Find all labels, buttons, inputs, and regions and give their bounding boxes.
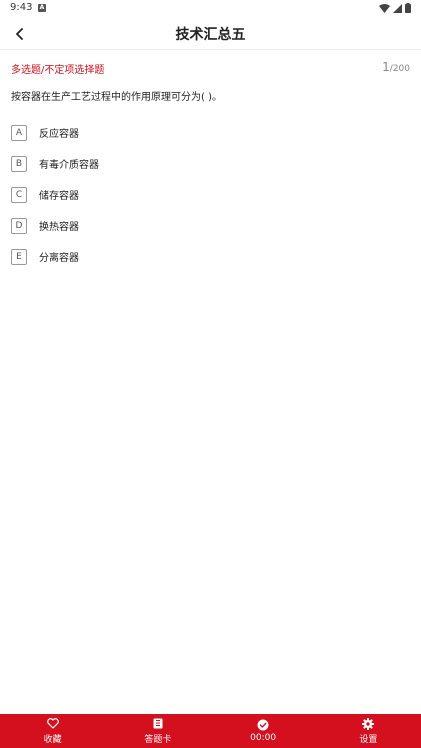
option-b[interactable]: B 有毒介质容器	[11, 148, 411, 179]
tab-label: 设置	[359, 734, 378, 745]
status-indicators	[379, 3, 411, 13]
option-text: 分离容器	[39, 253, 79, 264]
tab-label: 收藏	[43, 734, 62, 745]
tab-answer-sheet[interactable]: 答题卡	[105, 714, 210, 748]
option-text: 有毒介质容器	[39, 160, 99, 171]
option-a[interactable]: A 反应容器	[11, 117, 411, 148]
tab-timer[interactable]: 00:00	[211, 714, 316, 748]
option-letter-box: E	[11, 248, 27, 265]
app-header: 技术汇总五	[0, 18, 421, 50]
question-progress: 1/200	[382, 60, 410, 74]
option-letter-box: C	[11, 186, 27, 203]
option-list: A 反应容器 B 有毒介质容器 C 储存容器 D 换热容器 E 分离容器	[11, 117, 411, 272]
tab-favorite[interactable]: 收藏	[0, 714, 105, 748]
option-text: 反应容器	[39, 129, 79, 140]
option-letter-box: B	[11, 155, 27, 172]
page-title: 技术汇总五	[175, 27, 246, 43]
option-text: 换热容器	[39, 222, 79, 233]
heart-icon	[46, 718, 59, 730]
wifi-icon	[379, 3, 390, 13]
question-type-label: 多选题/不定项选择题	[11, 65, 105, 76]
answer-sheet-icon	[152, 718, 164, 730]
option-d[interactable]: D 换热容器	[11, 210, 411, 241]
option-letter-box: D	[11, 217, 27, 234]
total-question-count: /200	[389, 64, 410, 74]
option-text: 储存容器	[39, 191, 79, 202]
status-time: 9:43	[10, 2, 33, 13]
gear-icon	[362, 717, 375, 730]
notification-icon: A	[38, 4, 46, 12]
tab-settings[interactable]: 设置	[316, 714, 421, 748]
status-bar: 9:43 A	[0, 0, 421, 18]
battery-icon	[405, 3, 411, 13]
timer-check-icon	[257, 719, 269, 731]
current-question-number: 1	[382, 60, 390, 74]
option-letter-box: A	[11, 124, 27, 141]
tab-label: 00:00	[250, 733, 277, 743]
bottom-tab-bar: 收藏 答题卡 00:00 设置	[0, 714, 421, 748]
option-c[interactable]: C 储存容器	[11, 179, 411, 210]
question-text: 按容器在生产工艺过程中的作用原理可分为( )。	[11, 92, 222, 103]
tab-label: 答题卡	[144, 734, 172, 745]
signal-icon	[393, 3, 402, 13]
option-e[interactable]: E 分离容器	[11, 241, 411, 272]
